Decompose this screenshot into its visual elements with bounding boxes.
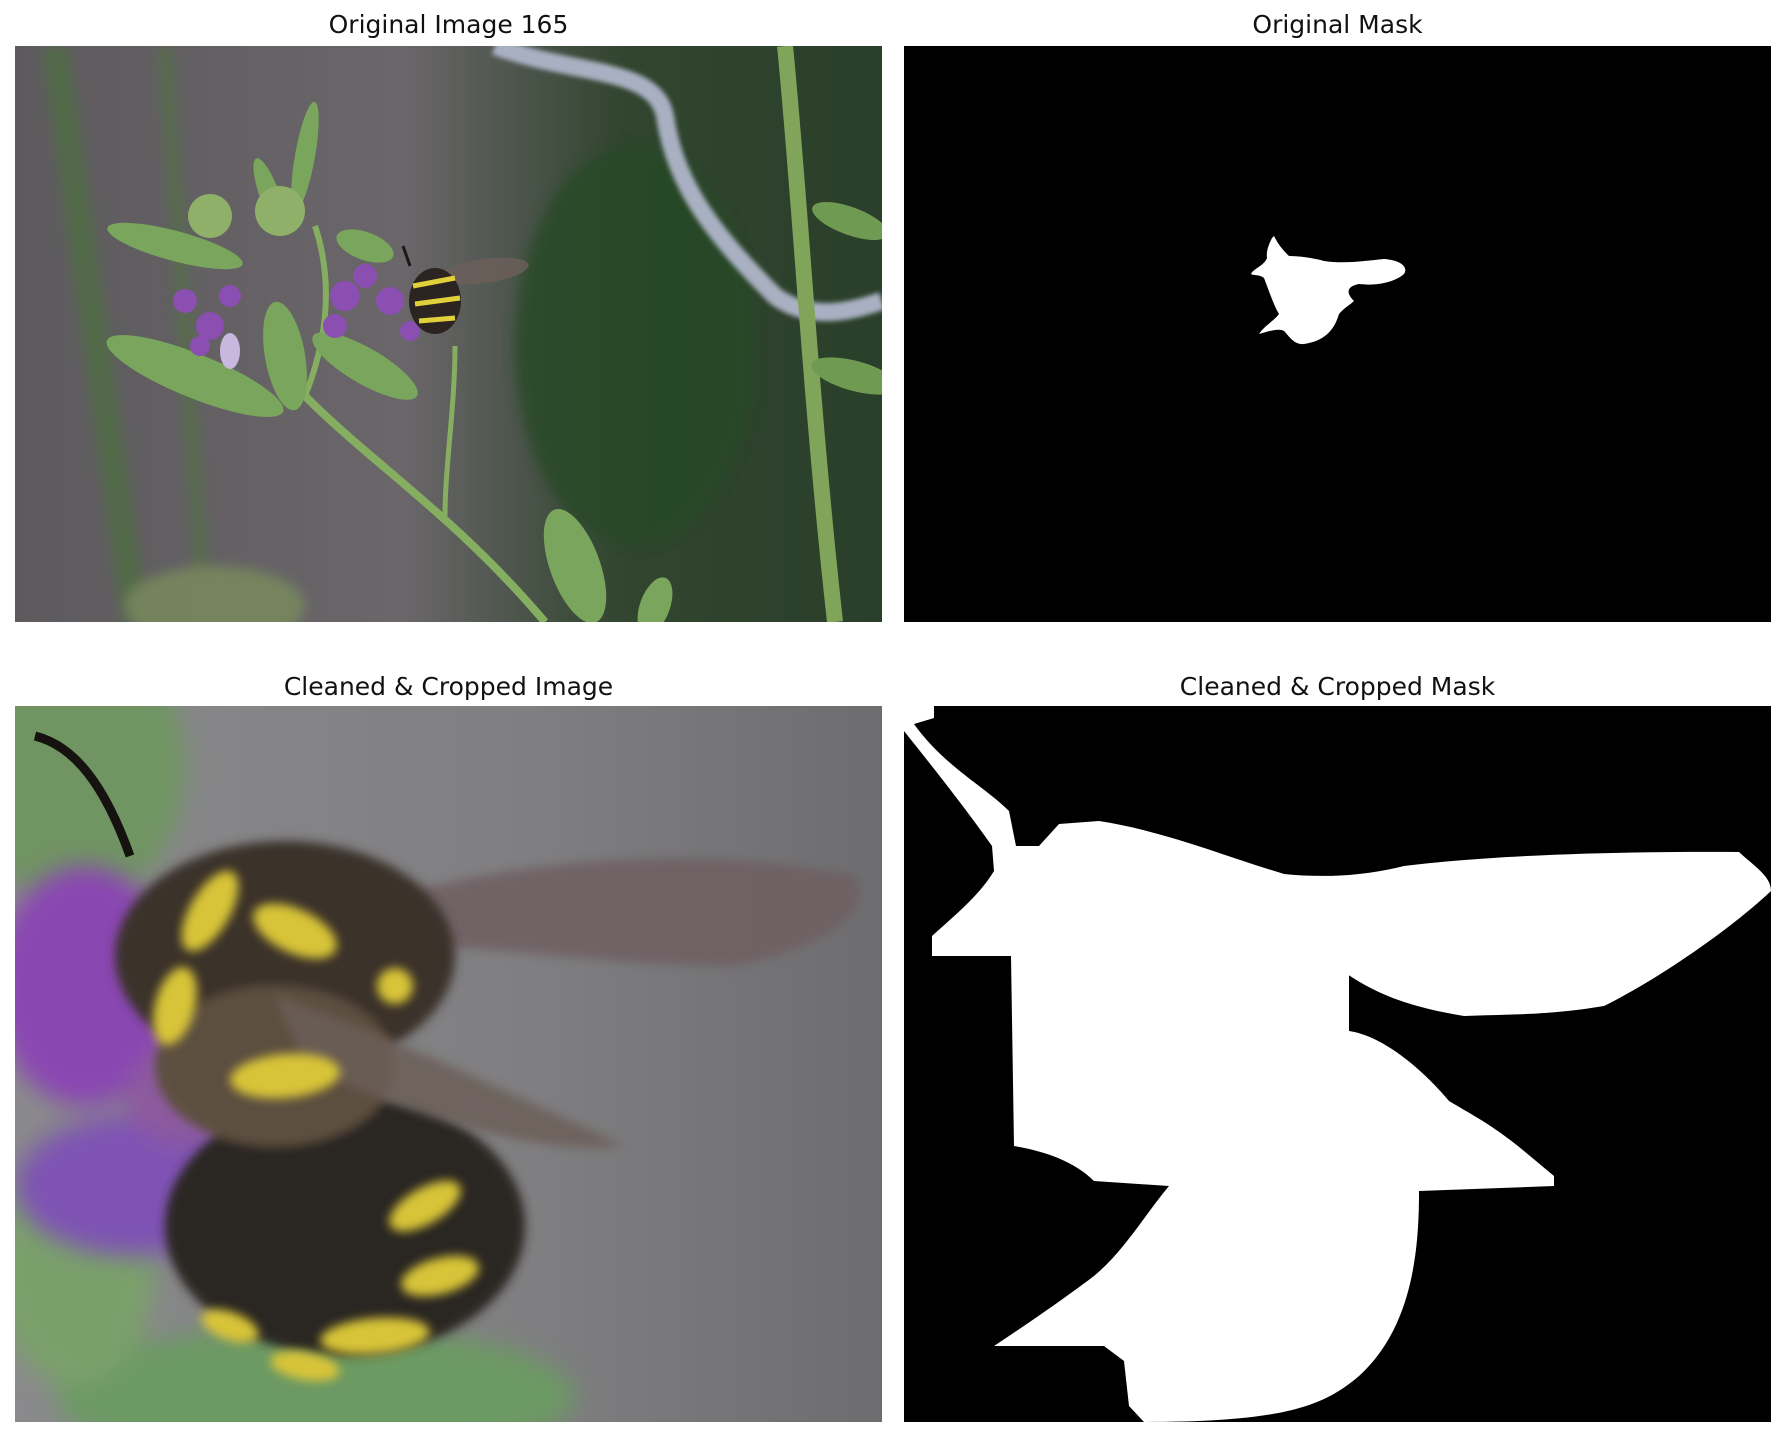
- panel-original-image: Original Image 165: [15, 10, 882, 624]
- panel-cleaned-cropped-mask: Cleaned & Cropped Mask: [904, 672, 1771, 1424]
- panel-title: Original Mask: [1252, 10, 1423, 39]
- panel-title: Original Image 165: [328, 10, 569, 39]
- cleaned-image-frame: [15, 706, 882, 1422]
- original-photo: [15, 46, 882, 622]
- panel-title: Cleaned & Cropped Image: [283, 672, 614, 701]
- original-image-frame: [15, 46, 882, 622]
- original-mask: [904, 46, 1771, 622]
- panel-cleaned-cropped-image: Cleaned & Cropped Image: [15, 672, 882, 1424]
- cleaned-cropped-mask: [904, 706, 1771, 1422]
- original-mask-frame: [904, 46, 1771, 622]
- panel-title: Cleaned & Cropped Mask: [1179, 672, 1496, 701]
- cleaned-mask-frame: [904, 706, 1771, 1422]
- panel-original-mask: Original Mask: [904, 10, 1771, 624]
- cleaned-cropped-photo: [15, 706, 882, 1422]
